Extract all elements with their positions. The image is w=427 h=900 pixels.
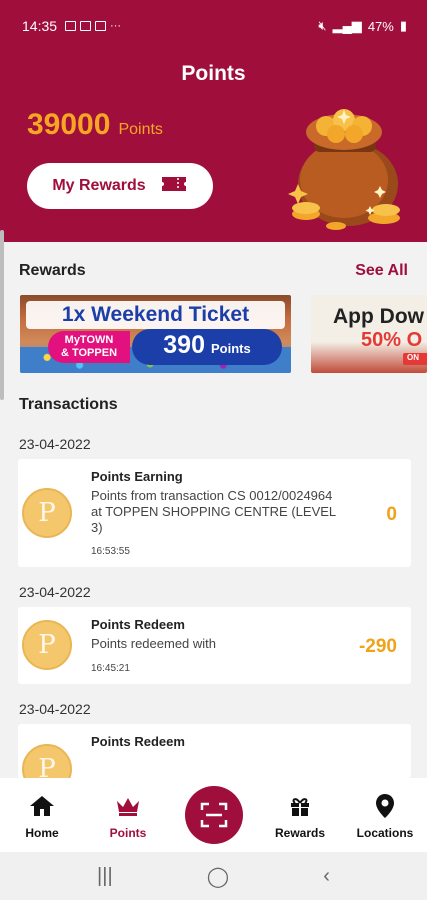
points-balance: 39000 Points (27, 108, 163, 142)
bottom-navigation: Home Points Rewards Locations (0, 778, 427, 852)
transaction-title: Points Earning (91, 469, 183, 484)
points-coin-icon: P (22, 488, 72, 538)
home-icon (2, 792, 82, 820)
banner-price-value: 390 (163, 331, 205, 359)
back-icon[interactable]: ‹ (323, 865, 330, 888)
transaction-card[interactable]: P Points Earning Points from transaction… (18, 459, 411, 567)
banner-brand-line2: & TOPPEN (60, 347, 118, 359)
transaction-title: Points Redeem (91, 734, 185, 749)
transaction-card[interactable]: P Points Redeem Points redeemed with 16:… (18, 607, 411, 684)
rewards-title: Rewards (19, 262, 86, 279)
ticket-icon (160, 175, 188, 198)
banner-brand: MyTOWN & TOPPEN (48, 331, 130, 363)
transaction-date: 23-04-2022 (19, 436, 91, 452)
my-rewards-button[interactable]: My Rewards (27, 163, 213, 209)
status-bar: 14:35 ··· 🔇︎ ▂▄▆ 47% ▮ (22, 14, 407, 38)
my-rewards-label: My Rewards (52, 177, 146, 194)
crown-icon (88, 792, 168, 820)
transaction-title: Points Redeem (91, 617, 185, 632)
nav-locations[interactable]: Locations (345, 792, 425, 840)
reward-banner-app-download[interactable]: App Dow 50% O ON (311, 295, 427, 373)
banner2-headline: App Dow (333, 305, 424, 328)
transaction-card[interactable]: P Points Redeem (18, 724, 411, 778)
transaction-date: 23-04-2022 (19, 701, 91, 717)
transactions-title: Transactions (19, 396, 118, 413)
signal-icon: ▂▄▆ (332, 18, 362, 33)
nav-home-label: Home (25, 826, 59, 840)
nav-rewards-label: Rewards (274, 826, 326, 840)
transactions-section-header: Transactions (19, 396, 408, 414)
rewards-section-header: Rewards See All (19, 262, 408, 280)
status-time: 14:35 (22, 18, 58, 34)
reward-banner-weekend-ticket[interactable]: 1x Weekend Ticket MyTOWN & TOPPEN 390 Po… (20, 295, 291, 373)
banner-headline: 1x Weekend Ticket (26, 301, 285, 329)
banner-price: 390 Points (132, 329, 282, 365)
gallery-icon (65, 21, 77, 31)
battery-icon: ▮ (399, 18, 407, 33)
nav-locations-label: Locations (356, 826, 414, 840)
points-unit: Points (118, 121, 163, 138)
banner2-discount: 50% O (361, 329, 423, 351)
recent-apps-icon[interactable]: ||| (97, 865, 113, 888)
home-circle-icon[interactable]: ◯ (207, 864, 229, 889)
points-value: 39000 (27, 108, 111, 141)
system-navigation-bar: ||| ◯ ‹ (0, 852, 427, 900)
transaction-time: 16:53:55 (91, 546, 130, 557)
scan-button[interactable] (185, 786, 243, 844)
banner-price-unit: Points (210, 341, 251, 356)
transaction-amount: -290 (358, 636, 397, 657)
scrollbar[interactable] (0, 230, 4, 400)
nav-home[interactable]: Home (2, 792, 82, 840)
transaction-date: 23-04-2022 (19, 584, 91, 600)
battery-level: 47% (367, 18, 394, 34)
points-coin-icon: P (22, 620, 72, 670)
nav-points-label: Points (109, 826, 147, 840)
gift-icon (260, 792, 340, 820)
coin-bag-illustration (288, 109, 400, 230)
teams-icon (80, 21, 92, 31)
scan-icon (200, 802, 228, 828)
location-pin-icon (345, 792, 425, 820)
points-coin-icon: P (22, 744, 72, 778)
banner2-tag: ON (403, 353, 427, 365)
more-notifications-icon: ··· (110, 20, 122, 32)
status-right: 🔇︎ ▂▄▆ 47% ▮ (318, 18, 407, 34)
transaction-time: 16:45:21 (91, 663, 130, 674)
teams-icon-2 (95, 21, 107, 31)
see-all-link[interactable]: See All (355, 262, 408, 280)
transaction-description: Points from transaction CS 0012/0024964 … (91, 488, 336, 535)
points-header: 14:35 ··· 🔇︎ ▂▄▆ 47% ▮ Points 39000 Poin… (0, 0, 427, 242)
mute-icon: 🔇︎ (318, 18, 327, 33)
transaction-description: Points redeemed with (91, 636, 217, 651)
banner-brand-line1: MyTOWN (64, 334, 114, 346)
nav-points[interactable]: Points (88, 792, 168, 840)
nav-rewards[interactable]: Rewards (260, 792, 340, 840)
notification-icons: ··· (65, 20, 121, 32)
transaction-amount: 0 (386, 504, 397, 525)
page-title: Points (181, 62, 246, 85)
